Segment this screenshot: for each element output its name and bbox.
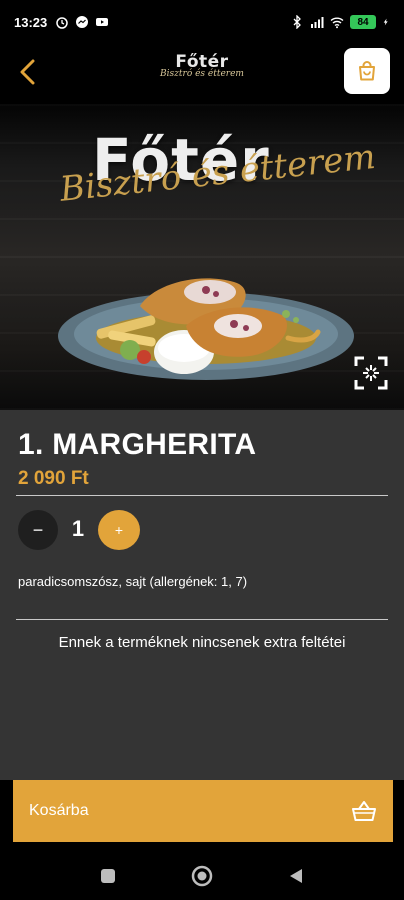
back-button[interactable] [14,56,42,88]
system-navigation-bar [0,852,404,900]
status-bar: 13:23 84 [0,0,404,44]
status-time: 13:23 [14,14,48,30]
divider [16,495,388,496]
app-header: Főtér Bisztró és étterem [0,44,404,104]
basket-icon [352,801,376,821]
quantity-decrease-button[interactable]: − [18,510,58,550]
bluetooth-icon [293,15,301,29]
restaurant-logo: Főtér Bisztró és étterem [160,52,244,92]
shopping-bag-icon [359,61,375,81]
product-image: Főtér Bisztró és étterem [0,104,404,410]
alarm-icon [56,17,68,29]
quantity-value: 1 [71,516,85,541]
back-nav-button[interactable] [284,864,308,888]
chevron-left-icon [20,59,35,85]
dish-illustration [58,278,354,380]
add-to-cart-label: Kosárba [29,802,89,819]
youtube-icon [96,18,109,26]
fullscreen-button[interactable] [352,354,390,392]
wifi-icon [330,17,344,29]
circle-icon [191,865,213,887]
quantity-increase-button[interactable]: + [98,510,140,550]
divider [16,619,388,620]
battery-indicator: 84 [350,15,376,29]
signal-icon [311,17,324,28]
logo-sub-text: Bisztró és étterem [160,69,244,79]
triangle-back-icon [290,869,302,883]
no-extras-message: Ennek a terméknek nincsenek extra feltét… [58,634,346,651]
add-to-cart-button[interactable]: Kosárba [13,780,393,842]
home-button[interactable] [190,864,214,888]
product-title: 1. MARGHERITA [18,428,257,461]
square-icon [101,869,115,883]
product-price: 2 090 Ft [18,468,89,489]
product-details: 1. MARGHERITA 2 090 Ft − 1 + paradicsoms… [0,410,404,780]
ingredients-text: paradicsomszósz, sajt (allergének: 1, 7) [18,574,248,589]
shopping-bag-button[interactable] [344,48,390,94]
fullscreen-icon [354,356,388,390]
recents-button[interactable] [96,864,120,888]
messenger-icon [76,16,89,28]
charging-icon [383,18,388,26]
